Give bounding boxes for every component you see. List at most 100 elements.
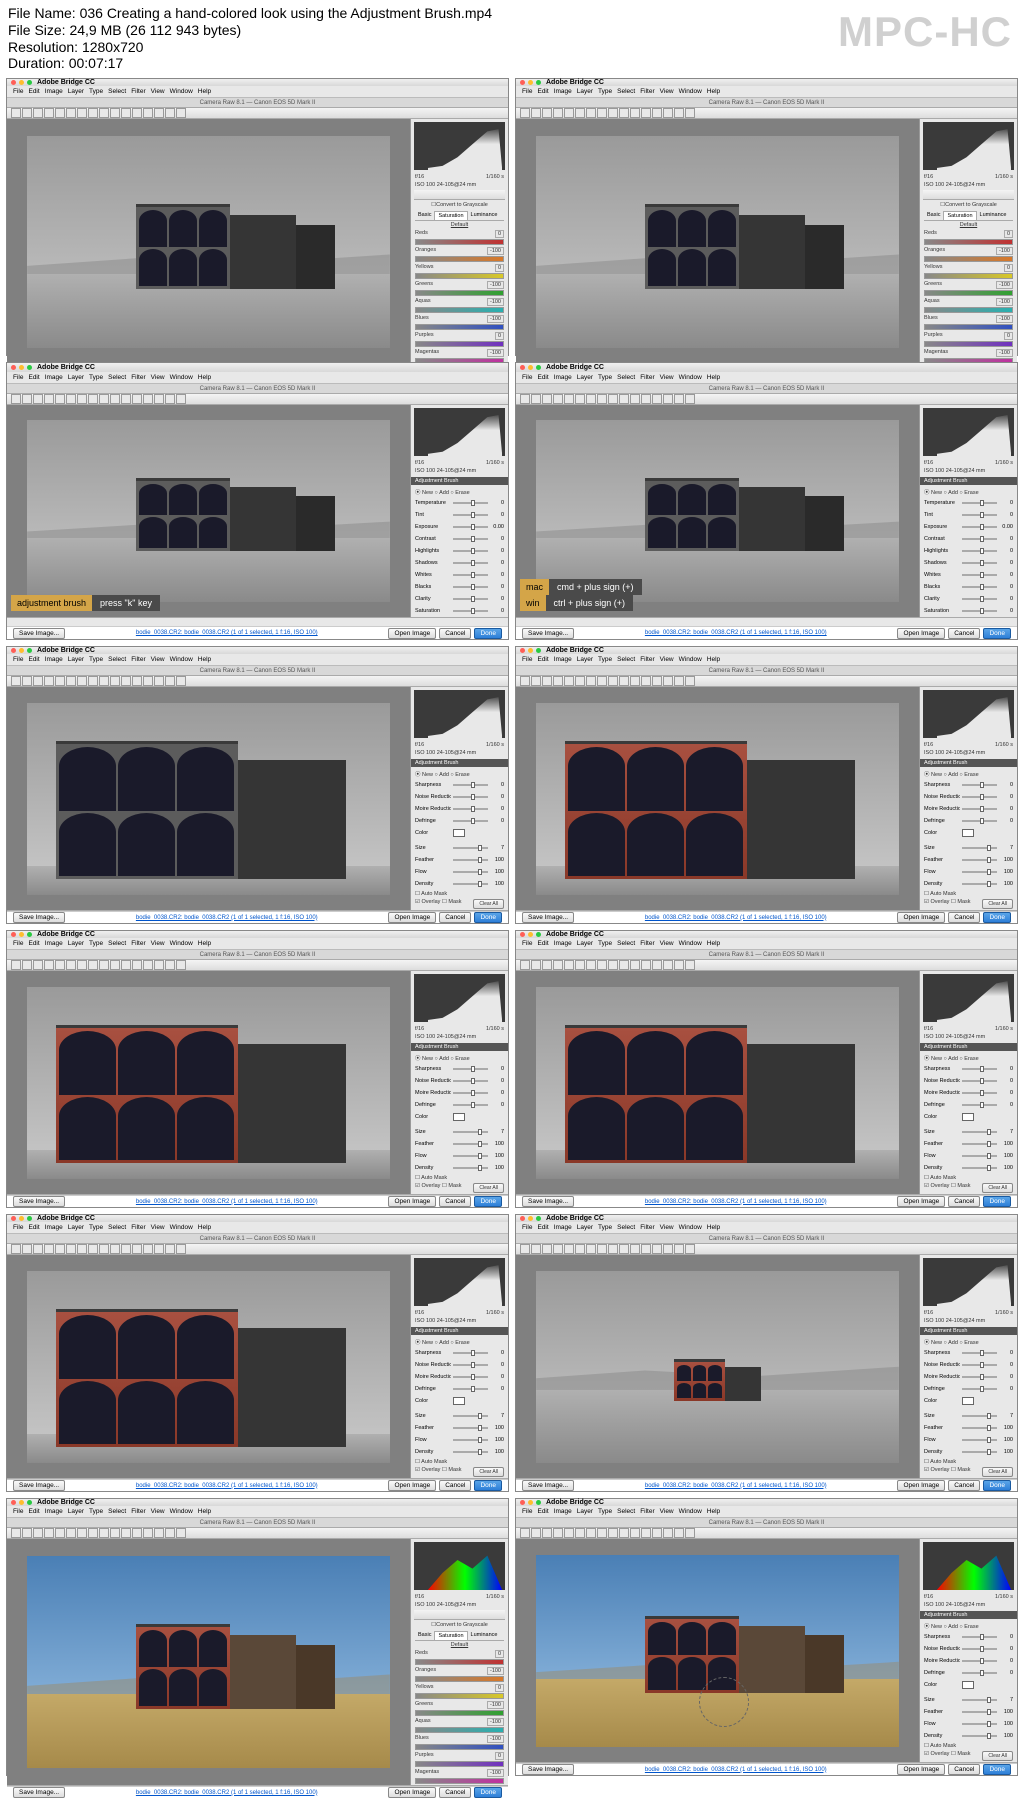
image-preview[interactable]	[7, 405, 410, 617]
menu-item[interactable]: Help	[198, 940, 211, 947]
open-image-button[interactable]: Open Image	[388, 1787, 436, 1798]
tool-button[interactable]	[685, 960, 695, 970]
minimize-icon[interactable]	[19, 365, 24, 370]
menu-item[interactable]: Filter	[131, 1508, 145, 1515]
open-image-button[interactable]: Open Image	[897, 912, 945, 923]
open-image-button[interactable]: Open Image	[897, 628, 945, 639]
tool-button[interactable]	[520, 108, 530, 118]
menu-item[interactable]: Select	[617, 1508, 635, 1515]
open-image-button[interactable]: Open Image	[388, 912, 436, 923]
menu-item[interactable]: Image	[45, 656, 63, 663]
tool-button[interactable]	[154, 676, 164, 686]
tool-button[interactable]	[685, 108, 695, 118]
tool-button[interactable]	[88, 960, 98, 970]
menu-item[interactable]: Edit	[28, 88, 39, 95]
tool-button[interactable]	[674, 676, 684, 686]
menu-item[interactable]: Layer	[68, 1224, 84, 1231]
tool-button[interactable]	[630, 108, 640, 118]
tool-button[interactable]	[619, 394, 629, 404]
tool-button[interactable]	[553, 108, 563, 118]
cancel-button[interactable]: Cancel	[948, 1196, 980, 1207]
menu-item[interactable]: Filter	[640, 1508, 654, 1515]
done-button[interactable]: Done	[983, 1196, 1011, 1207]
menu-item[interactable]: Type	[598, 88, 612, 95]
close-icon[interactable]	[11, 80, 16, 85]
tool-button[interactable]	[652, 960, 662, 970]
tool-button[interactable]	[685, 394, 695, 404]
tool-button[interactable]	[77, 1244, 87, 1254]
menu-item[interactable]: Filter	[640, 656, 654, 663]
tool-button[interactable]	[132, 1244, 142, 1254]
menu-item[interactable]: Edit	[537, 1508, 548, 1515]
tool-button[interactable]	[99, 1244, 109, 1254]
menu-item[interactable]: Image	[554, 940, 572, 947]
tool-button[interactable]	[586, 1528, 596, 1538]
tool-button[interactable]	[630, 394, 640, 404]
tool-button[interactable]	[597, 1528, 607, 1538]
tool-button[interactable]	[11, 108, 21, 118]
tool-button[interactable]	[630, 960, 640, 970]
menu-item[interactable]: Type	[89, 940, 103, 947]
tool-button[interactable]	[88, 1244, 98, 1254]
minimize-icon[interactable]	[19, 1216, 24, 1221]
tool-button[interactable]	[55, 394, 65, 404]
tool-button[interactable]	[553, 960, 563, 970]
tool-button[interactable]	[608, 394, 618, 404]
tool-button[interactable]	[553, 1244, 563, 1254]
close-icon[interactable]	[520, 1500, 525, 1505]
tool-button[interactable]	[619, 676, 629, 686]
tool-button[interactable]	[520, 1528, 530, 1538]
tool-button[interactable]	[33, 394, 43, 404]
tool-button[interactable]	[564, 676, 574, 686]
tool-button[interactable]	[44, 108, 54, 118]
menu-item[interactable]: Window	[679, 656, 702, 663]
tool-button[interactable]	[22, 394, 32, 404]
open-image-button[interactable]: Open Image	[388, 628, 436, 639]
menu-item[interactable]: Edit	[537, 88, 548, 95]
tool-button[interactable]	[11, 960, 21, 970]
image-preview[interactable]	[7, 971, 410, 1194]
tool-button[interactable]	[575, 676, 585, 686]
menu-item[interactable]: File	[522, 940, 532, 947]
cancel-button[interactable]: Cancel	[948, 1480, 980, 1491]
maximize-icon[interactable]	[536, 648, 541, 653]
menu-item[interactable]: Select	[617, 88, 635, 95]
menu-item[interactable]: Layer	[577, 374, 593, 381]
menu-item[interactable]: View	[660, 374, 674, 381]
tool-button[interactable]	[77, 108, 87, 118]
tool-button[interactable]	[663, 108, 673, 118]
minimize-icon[interactable]	[528, 648, 533, 653]
tool-button[interactable]	[110, 1528, 120, 1538]
tool-button[interactable]	[663, 1244, 673, 1254]
tool-button[interactable]	[22, 1244, 32, 1254]
tool-button[interactable]	[33, 1244, 43, 1254]
menu-item[interactable]: Window	[170, 88, 193, 95]
maximize-icon[interactable]	[536, 365, 541, 370]
maximize-icon[interactable]	[27, 365, 32, 370]
done-button[interactable]: Done	[983, 1480, 1011, 1491]
image-preview[interactable]	[516, 1255, 919, 1478]
maximize-icon[interactable]	[536, 80, 541, 85]
minimize-icon[interactable]	[19, 932, 24, 937]
menu-item[interactable]: File	[522, 656, 532, 663]
image-preview[interactable]	[516, 687, 919, 910]
tool-button[interactable]	[652, 1528, 662, 1538]
tool-button[interactable]	[564, 108, 574, 118]
menu-item[interactable]: Help	[707, 374, 720, 381]
maximize-icon[interactable]	[27, 80, 32, 85]
menu-item[interactable]: Layer	[577, 1224, 593, 1231]
tool-button[interactable]	[641, 394, 651, 404]
tool-button[interactable]	[685, 1528, 695, 1538]
image-preview[interactable]	[7, 119, 410, 365]
tool-button[interactable]	[542, 1244, 552, 1254]
tool-button[interactable]	[531, 1244, 541, 1254]
save-image-button[interactable]: Save Image...	[522, 628, 574, 639]
menu-item[interactable]: Filter	[640, 940, 654, 947]
workflow-link[interactable]: bodie_0038.CR2: bodie_0038.CR2 (1 of 1 s…	[645, 630, 827, 636]
menu-item[interactable]: File	[13, 88, 23, 95]
tool-button[interactable]	[99, 108, 109, 118]
tool-button[interactable]	[619, 108, 629, 118]
done-button[interactable]: Done	[983, 912, 1011, 923]
menu-item[interactable]: Image	[554, 88, 572, 95]
tool-button[interactable]	[520, 394, 530, 404]
